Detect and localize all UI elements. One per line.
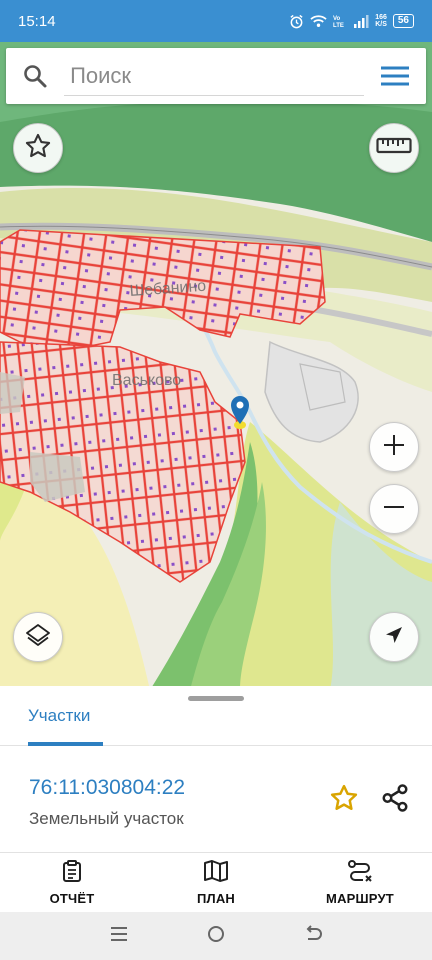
ruler-icon: [376, 136, 412, 161]
map-icon: [203, 859, 229, 888]
battery-indicator: 56: [392, 14, 414, 28]
add-favorite-button[interactable]: [326, 782, 362, 818]
report-button[interactable]: ОТЧЁТ: [0, 853, 144, 912]
share-icon: [380, 783, 410, 818]
parcel-cadastral-number[interactable]: 76:11:030804:22: [29, 776, 185, 800]
plus-icon: [381, 432, 407, 463]
star-outline-icon: [24, 132, 52, 165]
star-icon: [329, 783, 359, 818]
app-screen: 15:14 Vo LTE 166 K/S 56 Шебанино Васьков…: [0, 0, 432, 960]
status-time: 15:14: [18, 12, 56, 30]
route-icon: [347, 859, 373, 888]
ruler-button[interactable]: [369, 123, 419, 173]
system-navigation-bar: [0, 912, 432, 960]
search-bar: [6, 48, 426, 104]
plan-button[interactable]: ПЛАН: [144, 853, 288, 912]
volte-icon: Vo LTE: [333, 14, 347, 28]
share-button[interactable]: [376, 782, 414, 818]
status-bar: 15:14 Vo LTE 166 K/S 56: [0, 0, 432, 42]
favorites-button[interactable]: [13, 123, 63, 173]
home-icon[interactable]: [206, 924, 226, 949]
svg-text:Vo: Vo: [333, 16, 341, 22]
network-speed-value: 166: [375, 14, 387, 21]
navigation-arrow-icon: [383, 624, 405, 651]
alarm-icon: [289, 14, 304, 29]
zoom-in-button[interactable]: [369, 422, 419, 472]
svg-text:LTE: LTE: [333, 23, 344, 28]
signal-icon: [353, 14, 369, 28]
layers-button[interactable]: [13, 612, 63, 662]
sheet-tabs: Участки: [0, 686, 432, 746]
minus-icon: [381, 494, 407, 525]
plan-label: ПЛАН: [196, 891, 236, 906]
map-label-vaskovo: Васьково: [112, 372, 181, 389]
network-speed: 166 K/S: [375, 14, 387, 28]
parcel-type: Земельный участок: [29, 809, 184, 828]
parcel-item[interactable]: 76:11:030804:22 Земельный участок: [0, 746, 432, 854]
map-canvas[interactable]: Шебанино Васьково: [0, 42, 432, 690]
search-input[interactable]: [64, 56, 365, 96]
map-view[interactable]: Шебанино Васьково: [0, 42, 432, 690]
clipboard-icon: [60, 859, 84, 888]
back-icon[interactable]: [303, 924, 323, 948]
route-label: МАРШРУТ: [326, 891, 394, 906]
wifi-icon: [310, 14, 327, 28]
network-speed-unit: K/S: [375, 21, 387, 28]
zoom-out-button[interactable]: [369, 484, 419, 534]
status-icons: Vo LTE 166 K/S 56: [289, 14, 414, 29]
hamburger-menu-icon[interactable]: [364, 48, 426, 104]
layers-icon: [24, 621, 52, 654]
search-icon[interactable]: [6, 48, 64, 104]
action-bar: ОТЧЁТ ПЛАН МАРШРУТ: [0, 852, 432, 912]
report-label: ОТЧЁТ: [49, 891, 95, 906]
route-button[interactable]: МАРШРУТ: [288, 853, 432, 912]
recent-apps-icon[interactable]: [109, 925, 129, 948]
my-location-button[interactable]: [369, 612, 419, 662]
tab-parcels[interactable]: Участки: [28, 706, 90, 726]
